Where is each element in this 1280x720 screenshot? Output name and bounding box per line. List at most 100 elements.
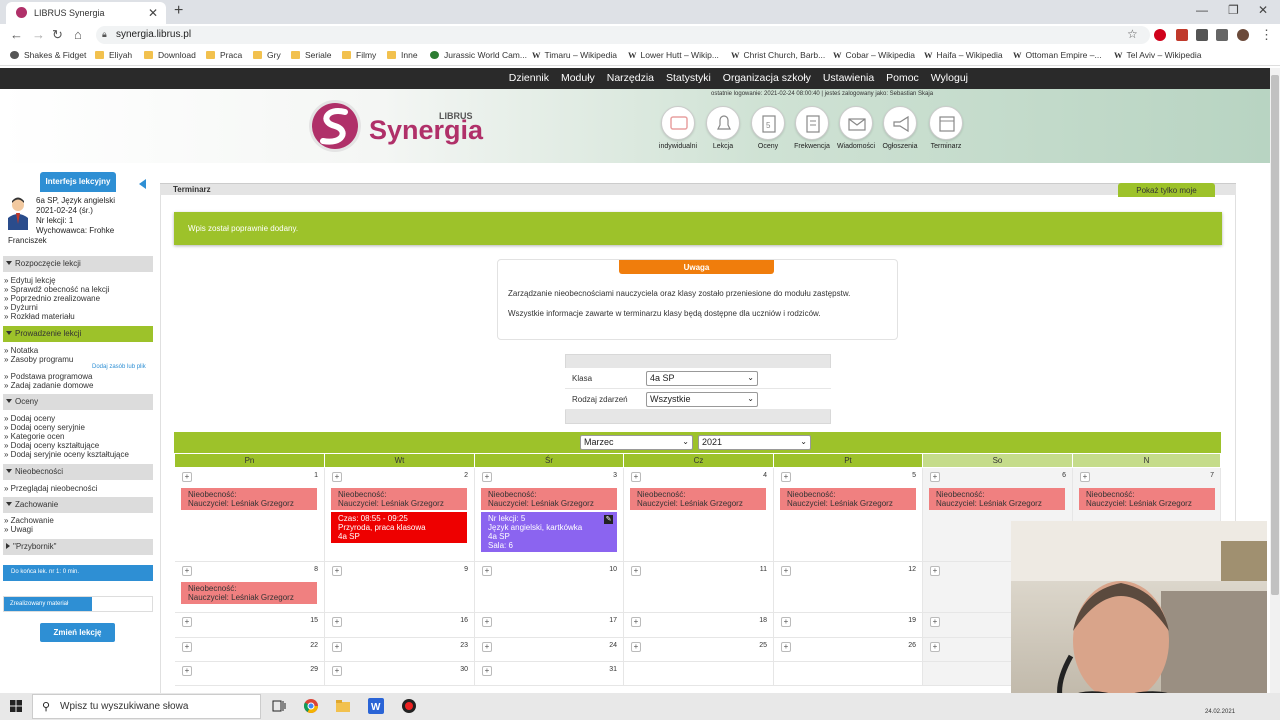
add-event-icon[interactable]: + [781,472,791,482]
module-lesson-button[interactable] [706,106,740,140]
scrollbar-thumb[interactable] [1271,75,1279,595]
extension-icon[interactable] [1196,29,1208,41]
add-event-icon[interactable]: + [482,666,492,676]
bookmark-item[interactable]: W Lower Hutt – Wikip... [628,50,719,60]
add-event-icon[interactable]: + [332,617,342,627]
bookmark-item[interactable]: Seriale [291,50,331,60]
sidebar-link[interactable]: » Dyżurni [4,303,38,312]
add-event-icon[interactable]: + [930,642,940,652]
sidebar-link[interactable]: » Notatka [4,346,38,355]
close-tab-icon[interactable]: ✕ [148,6,158,20]
add-event-icon[interactable]: + [631,642,641,652]
module-attendance-button[interactable] [795,106,829,140]
sidebar-link[interactable]: » Zasoby programu [4,355,73,364]
nav-statystyki[interactable]: Statystyki [666,72,711,84]
new-tab-icon[interactable]: + [174,2,183,20]
taskbar-search[interactable]: ⚲ Wpisz tu wyszukiwane słowa [32,694,261,719]
bookmark-item[interactable]: Download [144,50,196,60]
add-event-icon[interactable]: + [332,472,342,482]
module-grades-button[interactable]: 5 [751,106,785,140]
nav-moduly[interactable]: Moduły [561,72,595,84]
add-event-icon[interactable]: + [332,666,342,676]
year-select[interactable]: 2021 ⌄ [698,435,811,450]
add-event-icon[interactable]: + [332,642,342,652]
sidebar-link[interactable]: » Sprawdź obecność na lekcji [4,285,109,294]
add-event-icon[interactable]: + [631,472,641,482]
sidebar-link[interactable]: » Uwagi [4,525,33,534]
nav-narzedzia[interactable]: Narzędzia [607,72,654,84]
collapse-sidebar-icon[interactable] [139,179,146,189]
bookmark-item[interactable]: Inne [387,50,418,60]
module-messages-button[interactable] [839,106,873,140]
url-field[interactable]: 🔒︎ synergia.librus.pl [96,26,1150,44]
bookmark-item[interactable]: W Haifa – Wikipedia [924,50,1003,60]
add-resource-link[interactable]: Dodaj zasób lub plik [92,364,146,370]
quiz-event[interactable]: Nr lekcji: 5 Język angielski, kartkówka 4a… [481,512,617,552]
reload-icon[interactable]: ↻ [52,27,63,43]
sidebar-link[interactable]: » Dodaj seryjnie oceny kształtujące [4,450,129,459]
nav-wyloguj[interactable]: Wyloguj [931,72,968,84]
add-event-icon[interactable]: + [631,566,641,576]
nav-ustawienia[interactable]: Ustawienia [823,72,874,84]
sidebar-link[interactable]: » Dodaj oceny [4,414,55,423]
bookmark-item[interactable]: W Christ Church, Barb... [731,50,825,60]
month-select[interactable]: Marzec ⌄ [580,435,693,450]
sidebar-link[interactable]: » Poprzednio zrealizowane [4,294,100,303]
section-start-lesson[interactable]: Rozpoczęcie lekcji [3,256,153,272]
recorder-icon[interactable] [401,698,417,714]
sidebar-link[interactable]: » Przeglądaj nieobecności [4,484,97,493]
add-event-icon[interactable]: + [631,617,641,627]
add-event-icon[interactable]: + [930,617,940,627]
absence-event[interactable]: Nieobecność: Nauczyciel: Leśniak Grzegorz [181,488,317,510]
absence-event[interactable]: Nieobecność: Nauczyciel: Leśniak Grzegorz [331,488,467,510]
add-event-icon[interactable]: + [781,566,791,576]
bookmark-item[interactable]: Shakes & Fidget [10,50,86,60]
bookmark-item[interactable]: W Cobar – Wikipedia [833,50,915,60]
absence-event[interactable]: Nieobecność: Nauczyciel: Leśniak Grzegorz [1079,488,1215,510]
section-absences[interactable]: Nieobecności [3,464,153,480]
section-conduct-lesson[interactable]: Prowadzenie lekcji [3,326,153,342]
test-event[interactable]: Czas: 08:55 - 09:25 Przyroda, praca klaso… [331,512,467,543]
profile-avatar-icon[interactable] [1237,29,1249,41]
add-event-icon[interactable]: + [781,617,791,627]
extension-icon[interactable] [1176,29,1188,41]
add-event-icon[interactable]: + [482,642,492,652]
section-toolbox[interactable]: "Przybornik" [3,539,153,555]
add-event-icon[interactable]: + [332,566,342,576]
forward-icon[interactable]: → [32,27,45,42]
add-event-icon[interactable]: + [482,617,492,627]
sidebar-link[interactable]: » Rozkład materiału [4,312,75,321]
back-icon[interactable]: ← [10,27,23,42]
add-event-icon[interactable]: + [182,642,192,652]
add-event-icon[interactable]: + [781,642,791,652]
puzzle-extensions-icon[interactable] [1216,29,1228,41]
lesson-interface-tab[interactable]: Interfejs lekcyjny [40,172,116,192]
bookmark-item[interactable]: Filmy [342,50,376,60]
section-behavior[interactable]: Zachowanie [3,497,153,513]
windows-start-icon[interactable] [10,700,22,712]
menu-kebab-icon[interactable]: ⋮ [1260,27,1273,43]
bookmark-item[interactable]: Eliyah [95,50,132,60]
sidebar-link[interactable]: » Dodaj oceny seryjnie [4,423,85,432]
nav-pomoc[interactable]: Pomoc [886,72,919,84]
minimize-icon[interactable]: — [1196,3,1208,17]
sidebar-link[interactable]: » Kategorie ocen [4,432,65,441]
file-explorer-icon[interactable] [335,698,351,714]
bookmark-item[interactable]: W Ottoman Empire –... [1013,50,1102,60]
show-mine-button[interactable]: Pokaż tylko moje [1118,183,1215,197]
module-announcements-button[interactable] [883,106,917,140]
add-event-icon[interactable]: + [930,472,940,482]
sidebar-link[interactable]: » Podstawa programowa [4,372,93,381]
add-event-icon[interactable]: + [930,566,940,576]
add-event-icon[interactable]: + [182,666,192,676]
add-event-icon[interactable]: + [182,472,192,482]
librus-synergia-logo[interactable]: LIBRUS Synergia [307,97,487,157]
add-event-icon[interactable]: + [482,566,492,576]
add-event-icon[interactable]: + [182,617,192,627]
edit-icon[interactable]: ✎ [604,515,613,524]
add-event-icon[interactable]: + [482,472,492,482]
browser-tab[interactable]: LIBRUS Synergia ✕ [6,2,166,24]
nav-organizacja[interactable]: Organizacja szkoły [723,72,811,84]
sidebar-link[interactable]: » Dodaj oceny kształtujące [4,441,99,450]
absence-event[interactable]: Nieobecność: Nauczyciel: Leśniak Grzegorz [181,582,317,604]
